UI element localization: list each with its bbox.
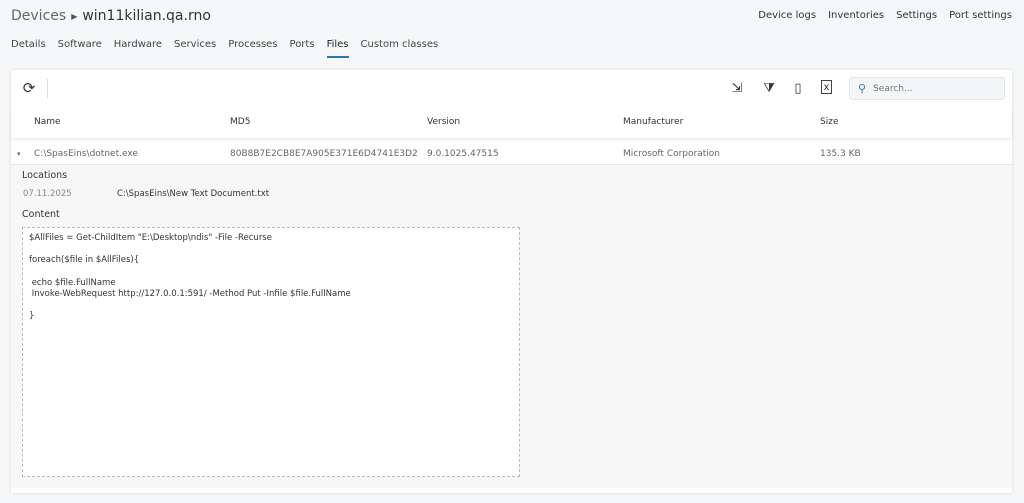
column-header-manufacturer[interactable]: Manufacturer (623, 107, 683, 138)
cell-md5: 80B8B7E2CB8E7A905E371E6D4741E3D2 (230, 149, 418, 159)
location-date: 07.11.2025 (23, 189, 72, 199)
tab-bar: Details Software Hardware Services Proce… (11, 39, 438, 58)
export-icon[interactable]: ⇲ (729, 80, 745, 96)
locations-label: Locations (22, 170, 68, 181)
table-row[interactable]: ▾ C:\SpasEins\dotnet.exe 80B8B7E2CB8E7A9… (11, 144, 1012, 165)
link-device-logs[interactable]: Device logs (758, 10, 816, 21)
column-header-md5[interactable]: MD5 (230, 107, 250, 138)
collapse-caret-icon[interactable]: ▾ (17, 144, 21, 165)
column-header-name[interactable]: Name (34, 107, 61, 138)
breadcrumb-devices[interactable]: Devices (11, 8, 66, 24)
files-panel: ⟳ ⇲ ⧩ ▯ x ⚲ Name MD5 Version Manufacture… (11, 70, 1012, 493)
cell-manufacturer: Microsoft Corporation (623, 149, 720, 159)
tab-software[interactable]: Software (58, 39, 102, 58)
breadcrumb-separator-icon: ▶ (71, 11, 78, 21)
excel-export-icon[interactable]: x (821, 80, 832, 94)
clear-filter-icon[interactable]: ⧩ (761, 80, 777, 96)
row-detail: Locations 07.11.2025 C:\SpasEins\New Tex… (11, 165, 1012, 488)
tab-custom-classes[interactable]: Custom classes (361, 39, 439, 58)
column-header-version[interactable]: Version (427, 107, 460, 138)
tab-processes[interactable]: Processes (228, 39, 277, 58)
link-port-settings[interactable]: Port settings (949, 10, 1012, 21)
top-links: Device logs Inventories Settings Port se… (758, 10, 1012, 21)
columns-icon[interactable]: ▯ (790, 80, 806, 96)
breadcrumb-current: win11kilian.qa.rno (82, 8, 211, 24)
cell-name: C:\SpasEins\dotnet.exe (34, 149, 138, 159)
search-input[interactable] (873, 83, 994, 94)
tab-services[interactable]: Services (174, 39, 216, 58)
column-header-size[interactable]: Size (820, 107, 838, 138)
tab-details[interactable]: Details (11, 39, 46, 58)
tab-ports[interactable]: Ports (290, 39, 315, 58)
link-settings[interactable]: Settings (896, 10, 937, 21)
cell-version: 9.0.1025.47515 (427, 149, 499, 159)
breadcrumb: Devices ▶ win11kilian.qa.rno (11, 8, 211, 24)
table-header: Name MD5 Version Manufacturer Size (11, 107, 1012, 138)
tab-files[interactable]: Files (326, 39, 349, 58)
tab-hardware[interactable]: Hardware (114, 39, 162, 58)
toolbar-divider (47, 79, 48, 98)
file-content[interactable]: $AllFiles = Get-ChildItem "E:\Desktop\nd… (22, 227, 520, 477)
content-label: Content (22, 209, 60, 220)
search-icon: ⚲ (858, 82, 867, 95)
toolbar: ⟳ ⇲ ⧩ ▯ x ⚲ (11, 70, 1012, 107)
cell-size: 135.3 KB (820, 149, 861, 159)
location-path: C:\SpasEins\New Text Document.txt (117, 189, 270, 199)
refresh-icon[interactable]: ⟳ (21, 79, 37, 97)
search-box[interactable]: ⚲ (849, 77, 1005, 100)
link-inventories[interactable]: Inventories (828, 10, 884, 21)
